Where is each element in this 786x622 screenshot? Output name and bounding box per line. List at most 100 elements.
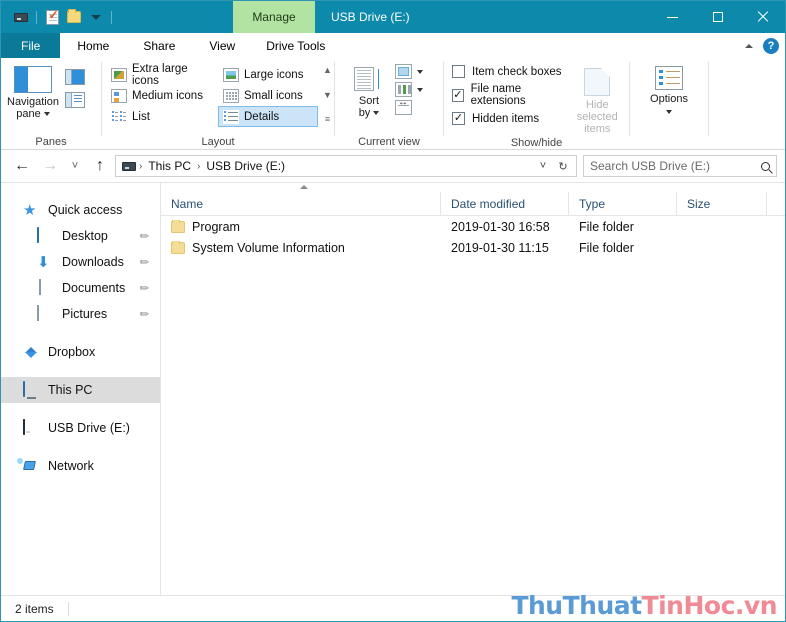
qat-separator <box>36 10 37 24</box>
layout-scroll-up-icon[interactable]: ▲ <box>321 66 334 75</box>
hidden-items-row[interactable]: ✓ Hidden items <box>452 112 566 125</box>
forward-button[interactable]: → <box>37 153 63 179</box>
this-pc-icon <box>23 380 40 399</box>
hide-selected-items-button: Hide selected items <box>566 62 630 135</box>
details-pane-button[interactable] <box>65 92 85 108</box>
breadcrumb-item-usb-drive[interactable]: USB Drive (E:) <box>203 159 288 173</box>
pin-icon[interactable]: ✐ <box>136 280 152 296</box>
column-header-name[interactable]: Name <box>161 191 441 216</box>
tab-view[interactable]: View <box>192 33 253 58</box>
sidebar-item-network[interactable]: Network <box>1 453 160 479</box>
layout-medium-icons[interactable]: Medium icons <box>106 85 216 106</box>
new-folder-icon[interactable] <box>63 6 85 28</box>
column-headers: Name Date modified Type Size <box>161 191 785 216</box>
sidebar-item-label: Dropbox <box>48 345 96 359</box>
navigation-pane-label-1: Navigation <box>7 96 59 108</box>
options-button[interactable]: Options <box>637 62 701 117</box>
layout-large-icons-label: Large icons <box>244 68 304 81</box>
sidebar-item-quick-access[interactable]: ★ Quick access <box>1 197 160 223</box>
back-button[interactable]: ← <box>9 153 35 179</box>
file-name-cell: Program <box>161 219 441 234</box>
list-icon <box>111 109 127 124</box>
column-header-date-modified[interactable]: Date modified <box>441 191 569 216</box>
add-columns-caret-icon[interactable] <box>417 87 423 92</box>
breadcrumb-separator-0: › <box>139 160 143 172</box>
sidebar-item-desktop[interactable]: Desktop ✐ <box>1 223 160 249</box>
options-icon <box>655 66 683 90</box>
options-caret-icon[interactable] <box>665 110 672 115</box>
tab-file-label: File <box>21 38 41 53</box>
sidebar-item-label: Pictures <box>62 307 108 321</box>
tab-file[interactable]: File <box>1 33 61 58</box>
layout-small-icons[interactable]: Small icons <box>218 85 318 106</box>
up-button[interactable]: ↑ <box>87 153 113 179</box>
search-box[interactable] <box>583 155 777 177</box>
sidebar-item-label: Network <box>48 459 94 473</box>
layout-scroll-more-icon[interactable]: ≡ <box>321 115 334 124</box>
breadcrumb-item-this-pc[interactable]: This PC <box>145 159 194 173</box>
minimize-button[interactable] <box>650 1 695 33</box>
file-name-extensions-checkbox[interactable]: ✓ <box>452 88 464 102</box>
customize-caret-icon[interactable] <box>85 6 107 28</box>
properties-icon[interactable] <box>41 6 63 28</box>
tab-share[interactable]: Share <box>126 33 193 58</box>
help-icon[interactable]: ? <box>763 37 779 54</box>
sidebar-item-this-pc[interactable]: This PC <box>1 377 160 403</box>
navigation-pane-caret-icon[interactable] <box>43 112 50 117</box>
title-bar: Manage USB Drive (E:) <box>1 1 785 33</box>
table-row[interactable]: Program 2019-01-30 16:58 File folder <box>161 216 785 237</box>
layout-scroll-down-icon[interactable]: ▼ <box>321 90 334 100</box>
layout-list[interactable]: List <box>106 106 216 127</box>
item-check-boxes-row[interactable]: Item check boxes <box>452 65 566 78</box>
status-separator <box>67 601 69 616</box>
navigation-pane-button[interactable]: Navigation pane <box>1 62 65 120</box>
manage-super-tab[interactable]: Manage <box>233 1 315 33</box>
collapse-ribbon-icon[interactable] <box>745 43 753 48</box>
pin-icon[interactable]: ✐ <box>136 306 152 322</box>
table-row[interactable]: System Volume Information 2019-01-30 11:… <box>161 237 785 258</box>
maximize-button[interactable] <box>695 1 740 33</box>
sidebar-item-label: USB Drive (E:) <box>48 421 130 435</box>
ribbon-right-controls: ? <box>745 33 779 58</box>
layout-details[interactable]: Details <box>218 106 318 127</box>
preview-pane-button[interactable] <box>65 69 85 85</box>
drive-icon[interactable] <box>10 6 32 28</box>
hide-selected-items-label-2: items <box>584 123 611 135</box>
file-name-label: System Volume Information <box>192 240 345 255</box>
sidebar-item-documents[interactable]: Documents ✐ <box>1 275 160 301</box>
pin-icon[interactable]: ✐ <box>136 228 152 244</box>
sidebar-item-usb-drive[interactable]: USB Drive (E:) <box>1 415 160 441</box>
sidebar-item-pictures[interactable]: Pictures ✐ <box>1 301 160 327</box>
tab-drive-tools[interactable]: Drive Tools <box>252 33 340 58</box>
layout-large-icons[interactable]: Large icons <box>218 64 318 85</box>
address-dropdown-icon[interactable]: ˅ <box>534 156 552 176</box>
breadcrumb[interactable]: › This PC › USB Drive (E:) ˅ ↻ <box>115 155 577 177</box>
item-check-boxes-checkbox[interactable] <box>452 65 465 78</box>
close-button[interactable] <box>740 1 785 33</box>
column-header-size[interactable]: Size <box>677 191 767 216</box>
sidebar-item-dropbox[interactable]: Dropbox <box>1 339 160 365</box>
add-columns-button[interactable] <box>395 82 423 97</box>
file-name-extensions-row[interactable]: ✓ File name extensions <box>452 83 566 107</box>
star-icon: ★ <box>23 201 37 219</box>
refresh-icon[interactable]: ↻ <box>554 156 572 176</box>
navigation-pane-icon <box>14 66 52 93</box>
tab-home[interactable]: Home <box>60 33 127 58</box>
search-icon[interactable] <box>761 161 770 171</box>
recent-locations-button[interactable]: ˅ <box>65 153 85 179</box>
size-all-columns-button[interactable] <box>395 97 423 115</box>
sidebar-item-downloads[interactable]: ⬇ Downloads ✐ <box>1 249 160 275</box>
column-header-type[interactable]: Type <box>569 191 677 216</box>
hidden-items-checkbox[interactable]: ✓ <box>452 112 465 125</box>
group-by-caret-icon[interactable] <box>417 69 423 74</box>
quick-access-toolbar <box>1 1 116 33</box>
options-label: Options <box>650 93 688 105</box>
window-title-text: USB Drive (E:) <box>331 10 410 24</box>
group-by-button[interactable] <box>395 64 423 79</box>
layout-extra-large-icons[interactable]: Extra large icons <box>106 63 216 87</box>
column-header-date-modified-label: Date modified <box>451 196 526 211</box>
sort-by-caret-icon[interactable] <box>373 111 380 116</box>
search-input[interactable] <box>590 159 757 173</box>
pin-icon[interactable]: ✐ <box>136 254 152 270</box>
sort-by-button[interactable]: Sort by <box>343 62 395 119</box>
